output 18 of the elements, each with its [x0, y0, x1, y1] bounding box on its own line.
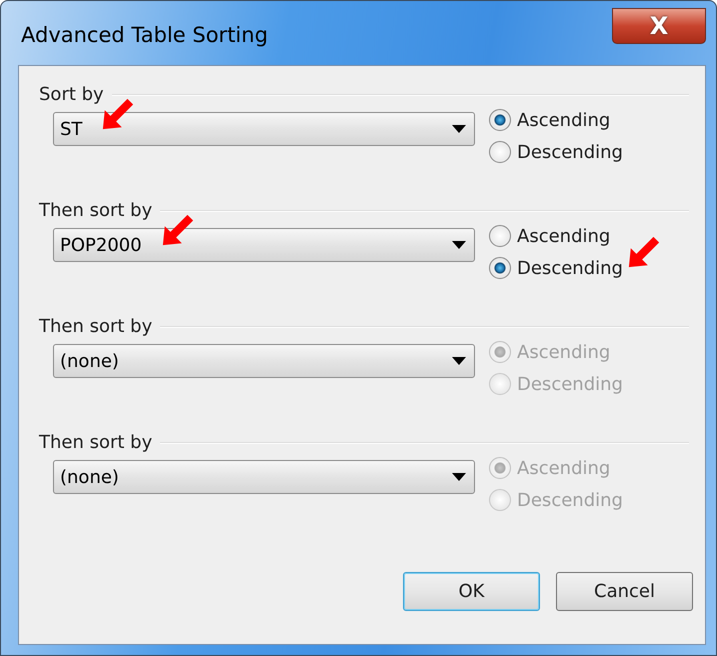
field-dropdown[interactable]: ST: [53, 112, 475, 146]
radio-button[interactable]: Ascending: [489, 109, 623, 131]
section-label: Sort by: [39, 84, 104, 105]
radio-button[interactable]: Ascending: [489, 225, 623, 247]
section-label: Then sort by: [39, 432, 152, 453]
window-title: Advanced Table Sorting: [21, 23, 268, 47]
section-label: Then sort by: [39, 200, 152, 221]
cancel-button[interactable]: Cancel: [556, 572, 693, 611]
caret-icon: [452, 357, 466, 365]
radio-button[interactable]: Descending: [489, 141, 623, 163]
radio-button[interactable]: Descending: [489, 257, 623, 279]
caret-icon: [452, 241, 466, 249]
ok-button[interactable]: OK: [403, 572, 540, 611]
caret-icon: [452, 125, 466, 133]
caret-icon: [452, 473, 466, 481]
section-label: Then sort by: [39, 316, 152, 337]
field-dropdown[interactable]: POP2000: [53, 228, 475, 262]
close-button[interactable]: X: [612, 8, 706, 44]
